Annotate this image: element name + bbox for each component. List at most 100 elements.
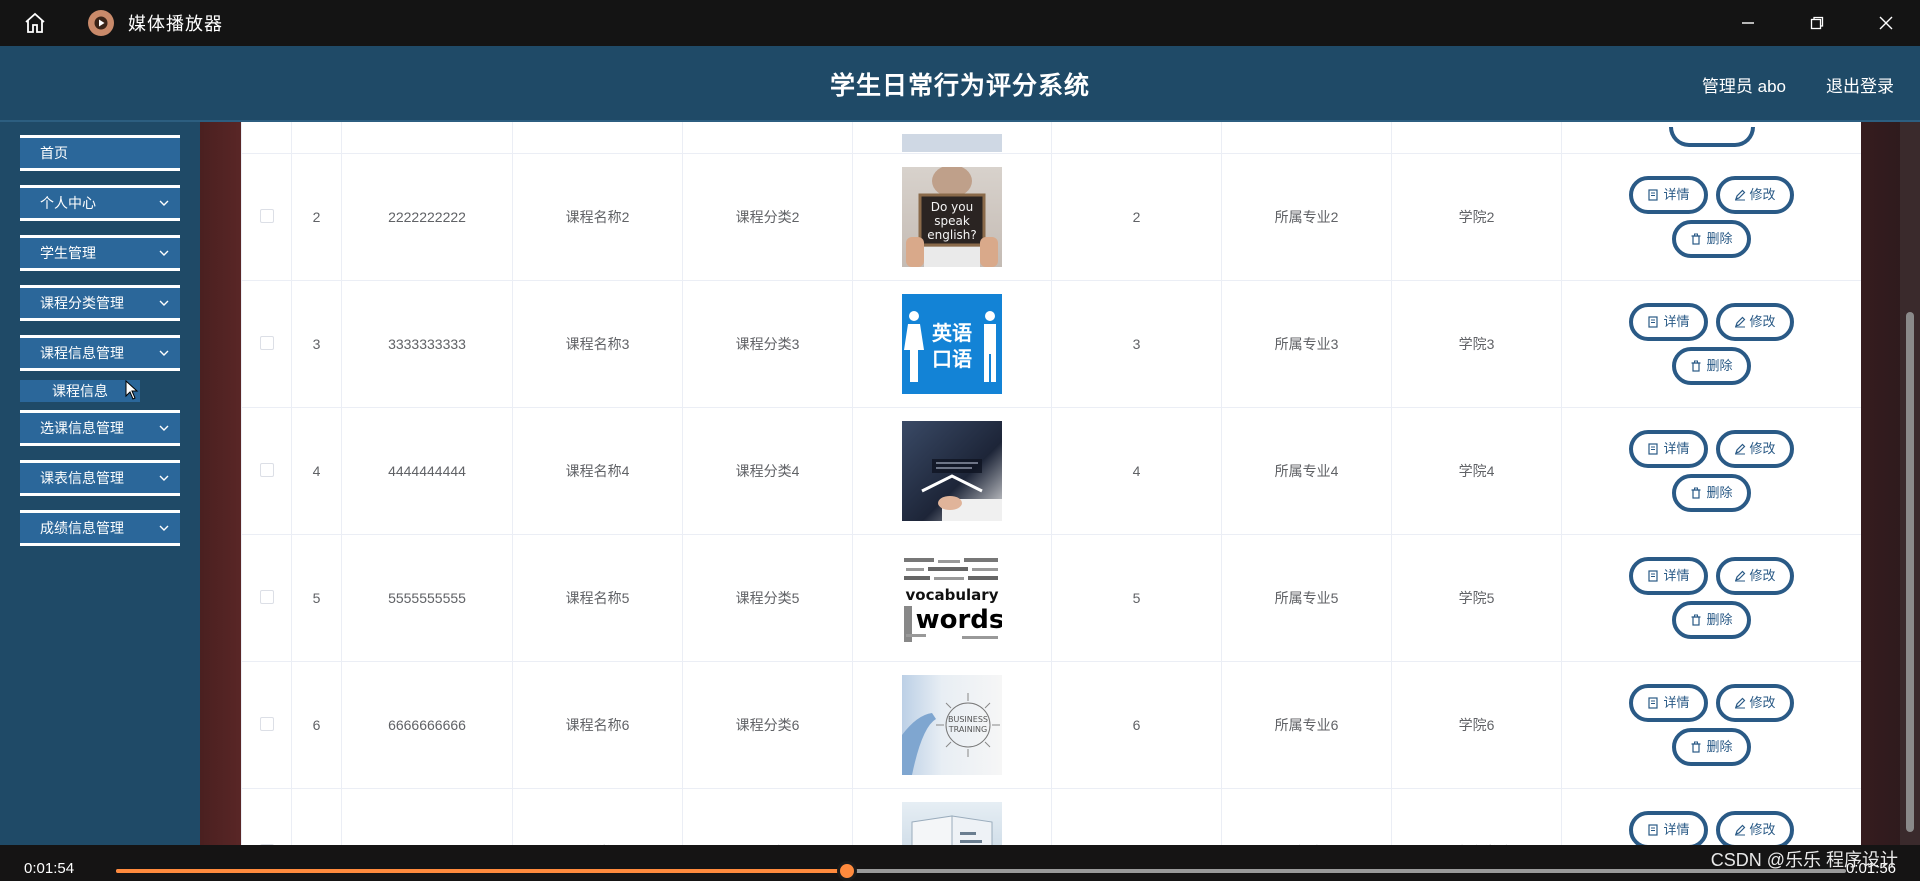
chevron-down-icon [159,525,169,531]
row-checkbox[interactable] [259,335,274,350]
sidebar: 首页 个人中心 学生管理 课程分类管理 课程信息管理 课程信息 选课信息管理 课… [0,122,200,845]
sidebar-subitem-label: 课程信息 [52,383,108,399]
course-image: Do you speak english? [902,167,1002,267]
image-text: english? [927,228,977,242]
sidebar-item-grade-management[interactable]: 成绩信息管理 [20,510,180,546]
data-table: 2 2222222222 课程名称2 课程分类2 Do you speak en… [241,122,1861,845]
cell-name: 课程名称3 [512,280,683,408]
close-button[interactable] [1851,0,1920,46]
sidebar-item-course-selection-management[interactable]: 选课信息管理 [20,410,180,446]
course-image: vocabulary words [902,548,1002,648]
edit-button[interactable]: 修改 [1715,811,1794,845]
cell-name: 课程名称6 [512,661,683,789]
chevron-down-icon [159,200,169,206]
document-icon [1648,189,1659,201]
chevron-down-icon [159,425,169,431]
edit-button[interactable]: 修改 [1715,176,1794,214]
detail-button[interactable]: 详情 [1629,557,1708,595]
detail-button[interactable]: 详情 [1629,303,1708,341]
edit-button[interactable]: 修改 [1715,684,1794,722]
chevron-down-icon [159,475,169,481]
edit-button[interactable]: 修改 [1715,303,1794,341]
sidebar-item-timetable-management[interactable]: 课表信息管理 [20,460,180,496]
table-row: 2 2222222222 课程名称2 课程分类2 Do you speak en… [241,153,1861,281]
pencil-icon [1734,443,1745,455]
detail-button[interactable]: 详情 [1629,176,1708,214]
sidebar-subitem-course-info[interactable]: 课程信息 [20,380,140,402]
trash-icon [1691,487,1701,499]
detail-button[interactable]: 详情 [1629,684,1708,722]
delete-button[interactable]: 删除 [1672,728,1751,766]
document-icon [1648,316,1659,328]
cell-credit: 2 [1051,153,1222,281]
edit-button[interactable]: 修改 [1715,557,1794,595]
logout-link[interactable]: 退出登录 [1826,72,1894,97]
sidebar-item-course-info-management[interactable]: 课程信息管理 [20,335,180,371]
window-title: 媒体播放器 [128,14,223,34]
cell-code: 4444444444 [341,407,513,535]
cell-college: 北京商学院 [1391,788,1562,845]
cell-code: 5555555555 [341,534,513,662]
cell-category: 课程分类5 [682,534,853,662]
progress-track[interactable] [116,861,1846,881]
vertical-scrollbar[interactable] [1900,122,1920,845]
sidebar-item-course-category-management[interactable]: 课程分类管理 [20,285,180,321]
pencil-icon [1734,570,1745,582]
sidebar-item-label: 学生管理 [40,245,96,261]
course-image [902,134,1002,152]
cell-major: 所属专业6 [1221,661,1392,789]
image-text: vocabulary [906,586,999,604]
cell-name: 化学 [512,788,683,845]
row-checkbox[interactable] [259,716,274,731]
sidebar-item-label: 首页 [40,145,68,161]
edit-button[interactable]: 修改 [1715,430,1794,468]
row-checkbox[interactable] [259,208,274,223]
image-text: BUSINESS [948,715,988,724]
cell-name: 课程名称4 [512,407,683,535]
app-header: 学生日常行为评分系统 管理员 abo 退出登录 [0,46,1920,122]
business-training-image: BUSINESS TRAINING [902,693,1000,775]
progress-knob[interactable] [837,861,858,881]
delete-button[interactable]: 删除 [1672,347,1751,385]
detail-button[interactable]: 详情 [1629,811,1708,845]
sidebar-item-home[interactable]: 首页 [20,135,180,171]
vocabulary-words-image: vocabulary words [904,558,1002,642]
cell-code: 6666666666 [341,661,513,789]
row-checkbox[interactable] [259,589,274,604]
course-image: 英语 口语 [902,294,1002,394]
row-checkbox[interactable] [259,462,274,477]
home-button[interactable] [0,0,70,46]
close-icon [1879,16,1892,30]
sidebar-item-label: 选课信息管理 [40,420,124,436]
delete-button[interactable]: 删除 [1672,220,1751,258]
home-icon [25,12,45,33]
minimize-button[interactable] [1713,0,1782,46]
image-text: TRAINING [948,725,987,734]
cell-category: 课程分类3 [682,280,853,408]
detail-button[interactable]: 详情 [1629,430,1708,468]
cell-index: 7 [291,788,342,845]
cell-name: 课程名称5 [512,534,683,662]
restore-button[interactable] [1782,0,1851,46]
cell-major: 所属专业3 [1221,280,1392,408]
speak-english-image: Do you speak english? [906,167,998,267]
cell-index: 3 [291,280,342,408]
sidebar-item-label: 个人中心 [40,195,96,211]
cell-college: 学院3 [1391,280,1562,408]
delete-button[interactable]: 删除 [1672,474,1751,512]
cell-name: 课程名称2 [512,153,683,281]
cell-category: 理科 [682,788,853,845]
cell-code: 3333333333 [341,280,513,408]
chevron-down-icon [159,350,169,356]
sidebar-item-student-management[interactable]: 学生管理 [20,235,180,271]
window-title-bar: 媒体播放器 [0,0,1920,46]
delete-button[interactable] [1668,127,1755,147]
scrollbar-thumb[interactable] [1906,312,1914,832]
image-text: 口语 [932,347,972,371]
sidebar-item-personal-center[interactable]: 个人中心 [20,185,180,221]
chevron-down-icon [159,250,169,256]
cell-index: 2 [291,153,342,281]
restore-icon [1810,16,1823,30]
pencil-icon [1734,824,1745,836]
delete-button[interactable]: 删除 [1672,601,1751,639]
